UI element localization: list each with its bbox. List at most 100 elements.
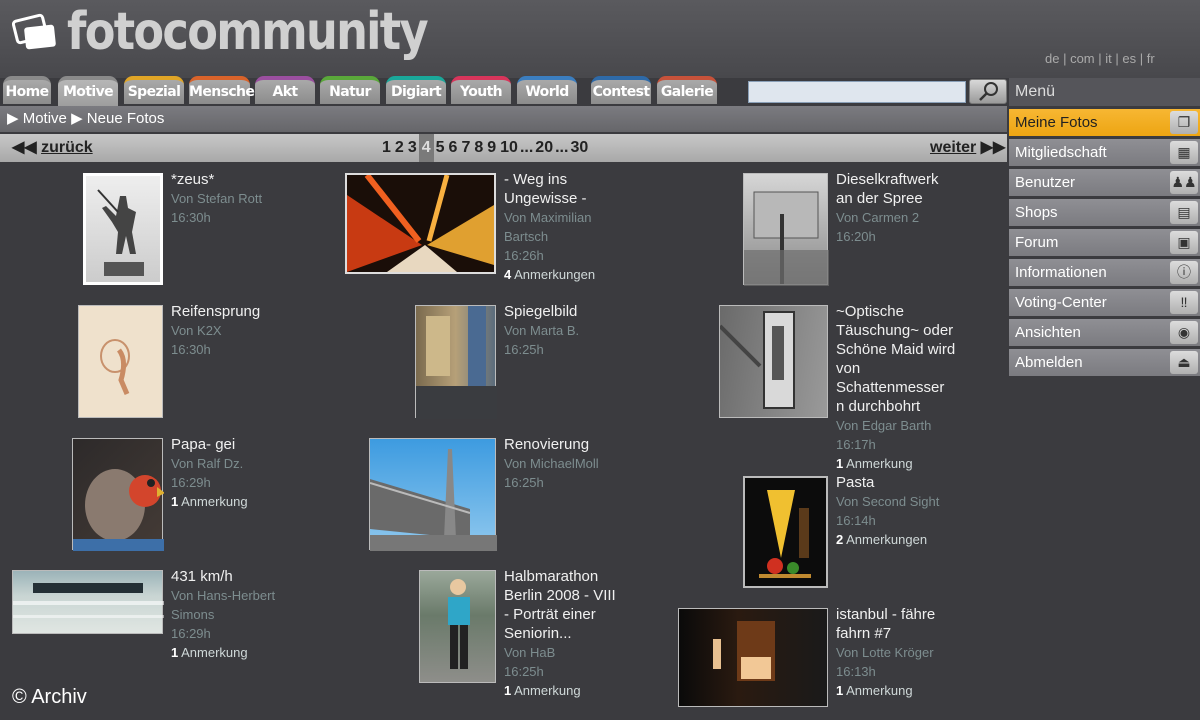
photo-author[interactable]: Von HaB: [504, 643, 619, 662]
tab-natur[interactable]: Natur: [320, 76, 380, 104]
sidebar-item-forum[interactable]: Forum ▣: [1009, 229, 1200, 256]
breadcrumb-neue-fotos[interactable]: Neue Fotos: [87, 110, 165, 127]
photo-meta: Spiegelbild Von Marta B. 16:25h: [504, 302, 614, 359]
photo-author[interactable]: Von Carmen 2: [836, 208, 956, 227]
sidebar-menu: Menü Meine Fotos ❐ Mitgliedschaft ▦ Benutz…: [1009, 78, 1200, 376]
photo-author[interactable]: Von Ralf Dz.: [171, 454, 321, 473]
photo-meta: Renovierung Von MichaelMoll 16:25h: [504, 435, 614, 492]
photo-notes[interactable]: 1 Anmerkung: [171, 492, 321, 511]
photo-thumbnail[interactable]: [72, 438, 165, 551]
page-7[interactable]: 7: [459, 134, 472, 162]
photo-author[interactable]: Von Edgar Barth: [836, 416, 956, 435]
photo-time: 16:20h: [836, 229, 876, 244]
photo-thumbnail[interactable]: [743, 173, 829, 286]
photo-author[interactable]: Von K2X: [171, 321, 321, 340]
sidebar-item-shops[interactable]: Shops ▤: [1009, 199, 1200, 226]
photo-title[interactable]: istanbul - fähre fahrn #7: [836, 605, 956, 643]
photo-author[interactable]: Von Lotte Kröger: [836, 643, 956, 662]
photo-notes[interactable]: 1 Anmerkung: [836, 681, 956, 700]
tab-youth[interactable]: Youth: [451, 76, 511, 104]
photo-title[interactable]: *zeus*: [171, 170, 321, 189]
users-icon: ♟♟: [1170, 171, 1198, 194]
photo-author[interactable]: Von Second Sight: [836, 492, 956, 511]
photo-time: 16:29h: [171, 475, 211, 490]
photo-thumbnail[interactable]: [678, 608, 828, 707]
breadcrumb: ▶ Motive ▶ Neue Fotos: [0, 106, 1007, 132]
tab-motive[interactable]: Motive: [58, 76, 118, 107]
page-30[interactable]: 30: [568, 134, 590, 162]
photo-thumbnail[interactable]: [12, 570, 164, 634]
next-link[interactable]: weiter: [930, 139, 976, 156]
photo-time: 16:29h: [171, 626, 211, 641]
breadcrumb-motive[interactable]: Motive: [23, 110, 67, 127]
sidebar-item-benutzer[interactable]: Benutzer ♟♟: [1009, 169, 1200, 196]
photo-title[interactable]: Pasta: [836, 473, 956, 492]
photo-author[interactable]: Von Hans-Herbert Simons: [171, 586, 321, 624]
photo-notes[interactable]: 1 Anmerkung: [171, 643, 321, 662]
page-1[interactable]: 1: [380, 134, 393, 162]
page-6[interactable]: 6: [447, 134, 460, 162]
page-9[interactable]: 9: [485, 134, 498, 162]
photo-thumbnail[interactable]: [419, 570, 496, 683]
lang-de[interactable]: de: [1045, 51, 1059, 66]
photo-title[interactable]: Dieselkraftwerk an der Spree: [836, 170, 956, 208]
tab-world[interactable]: World: [517, 76, 577, 104]
photo-author[interactable]: Von Stefan Rott: [171, 189, 321, 208]
photo-author[interactable]: Von Marta B.: [504, 321, 614, 340]
lang-fr[interactable]: fr: [1147, 51, 1155, 66]
photo-thumbnail[interactable]: [743, 476, 828, 588]
tab-home[interactable]: Home: [3, 76, 51, 104]
sidebar-item-ansichten[interactable]: Ansichten ◉: [1009, 319, 1200, 346]
logo[interactable]: fotocommunity: [67, 2, 429, 62]
sidebar-item-label: Informationen: [1015, 264, 1107, 281]
page-2[interactable]: 2: [393, 134, 406, 162]
tab-contest[interactable]: Contest: [591, 76, 651, 104]
page-5[interactable]: 5: [434, 134, 447, 162]
search-button[interactable]: [969, 79, 1007, 104]
sidebar-item-meine-fotos[interactable]: Meine Fotos ❐: [1009, 109, 1200, 136]
notes-label: Anmerkungen: [843, 532, 928, 547]
page-8[interactable]: 8: [472, 134, 485, 162]
page-10[interactable]: 10: [498, 134, 520, 162]
photo-notes[interactable]: 1 Anmerkung: [504, 681, 619, 700]
sidebar-item-voting-center[interactable]: Voting-Center ‼: [1009, 289, 1200, 316]
photo-meta: Papa- gei Von Ralf Dz. 16:29h 1 Anmerkun…: [171, 435, 321, 511]
photo-thumbnail[interactable]: [83, 173, 163, 285]
page-20[interactable]: 20: [533, 134, 555, 162]
tab-digiart[interactable]: Digiart: [386, 76, 446, 104]
photo-title[interactable]: Spiegelbild: [504, 302, 614, 321]
photo-author[interactable]: Von MichaelMoll: [504, 454, 614, 473]
photo-notes[interactable]: 4 Anmerkungen: [504, 265, 614, 284]
tab-menschen[interactable]: Menschen: [189, 76, 264, 104]
photo-title[interactable]: Papa- gei: [171, 435, 321, 454]
prev-link[interactable]: zurück: [41, 139, 93, 156]
photo-title[interactable]: 431 km/h: [171, 567, 321, 586]
photo-title[interactable]: Reifensprung: [171, 302, 321, 321]
sidebar-item-mitgliedschaft[interactable]: Mitgliedschaft ▦: [1009, 139, 1200, 166]
sidebar-item-abmelden[interactable]: Abmelden ⏏: [1009, 349, 1200, 376]
photo-thumbnail[interactable]: [415, 305, 497, 419]
page-3[interactable]: 3: [406, 134, 419, 162]
sidebar-item-label: Ansichten: [1015, 324, 1081, 341]
photo-title[interactable]: Renovierung: [504, 435, 614, 454]
search-icon: [979, 82, 998, 101]
photo-thumbnail[interactable]: [718, 305, 828, 418]
photo-author[interactable]: Von Maximilian Bartsch: [504, 208, 614, 246]
tab-spezial[interactable]: Spezial: [124, 76, 184, 104]
photo-title[interactable]: ~Optische Täuschung~ oder Schöne Maid wi…: [836, 302, 956, 416]
lang-com[interactable]: com: [1070, 51, 1095, 66]
photo-title[interactable]: Halbmarathon Berlin 2008 - VIII - Porträ…: [504, 567, 619, 643]
lang-es[interactable]: es: [1122, 51, 1136, 66]
sidebar-item-informationen[interactable]: Informationen ⓘ: [1009, 259, 1200, 286]
search-input[interactable]: [748, 81, 966, 103]
photo-thumbnail[interactable]: [369, 438, 497, 551]
photo-notes[interactable]: 2 Anmerkungen: [836, 530, 956, 549]
photo-thumbnail[interactable]: [78, 305, 163, 418]
tab-akt[interactable]: Akt: [255, 76, 315, 104]
exclamation-icon: ‼: [1170, 291, 1198, 314]
tab-galerie[interactable]: Galerie: [657, 76, 717, 104]
photo-notes[interactable]: 1 Anmerkung: [836, 454, 956, 473]
photo-title[interactable]: - Weg ins Ungewisse -: [504, 170, 614, 208]
notes-label: Anmerkung: [178, 494, 248, 509]
photo-thumbnail[interactable]: [345, 173, 496, 274]
